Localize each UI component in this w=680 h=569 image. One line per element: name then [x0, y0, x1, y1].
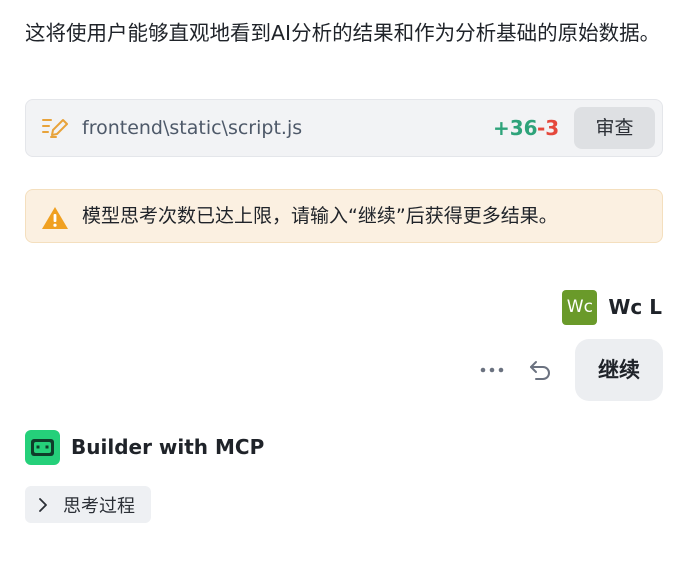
user-message-bubble: 继续: [575, 339, 663, 401]
thinking-process-toggle[interactable]: 思考过程: [25, 486, 151, 523]
undo-icon[interactable]: [528, 357, 552, 381]
warning-banner: 模型思考次数已达上限，请输入“继续”后获得更多结果。: [25, 189, 663, 243]
user-avatar: Wc: [562, 289, 598, 325]
assistant-name: Builder with MCP: [71, 435, 265, 459]
warning-icon: [41, 206, 69, 230]
bot-icon: [25, 429, 60, 465]
chevron-right-icon: [37, 497, 49, 513]
user-name: Wc L: [608, 295, 662, 319]
diff-additions: +36: [493, 116, 538, 140]
file-change-card[interactable]: frontend\static\script.js +36 -3 审查: [25, 99, 663, 157]
assistant-header: Builder with MCP: [25, 429, 264, 465]
review-button[interactable]: 审查: [574, 107, 655, 149]
warning-text: 模型思考次数已达上限，请输入“继续”后获得更多结果。: [82, 205, 558, 227]
edit-file-icon: [41, 116, 69, 140]
thinking-process-label: 思考过程: [63, 495, 135, 517]
more-icon[interactable]: [480, 362, 504, 378]
assistant-message-text: 这将使用户能够直观地看到AI分析的结果和作为分析基础的原始数据。: [25, 21, 661, 45]
diff-deletions: -3: [537, 116, 560, 140]
file-path[interactable]: frontend\static\script.js: [82, 100, 302, 156]
user-header: Wc Wc L: [562, 289, 662, 325]
